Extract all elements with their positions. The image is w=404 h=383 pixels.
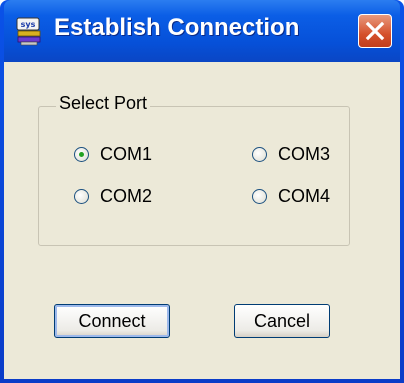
title-bar[interactable]: sys Establish Connection xyxy=(4,0,400,62)
dialog-window: sys Establish Connection Select Port COM… xyxy=(0,0,404,383)
radio-com1[interactable]: COM1 xyxy=(74,144,152,165)
radio-label: COM1 xyxy=(100,144,153,164)
window-title: Establish Connection xyxy=(54,14,300,41)
radio-circle-icon xyxy=(74,189,89,204)
radio-label: COM4 xyxy=(278,186,331,206)
serial-port-app-icon: sys xyxy=(16,17,41,46)
close-button[interactable] xyxy=(358,14,392,48)
radio-com3[interactable]: COM3 xyxy=(252,144,330,165)
select-port-label: Select Port xyxy=(56,93,151,114)
radio-circle-icon xyxy=(252,189,267,204)
connect-button[interactable]: Connect xyxy=(54,304,170,338)
radio-com2[interactable]: COM2 xyxy=(74,186,152,207)
svg-text:sys: sys xyxy=(21,20,36,29)
close-icon xyxy=(365,21,385,41)
dialog-client-area: Select Port COM1 COM2 COM3 COM4 Connect … xyxy=(4,62,400,379)
radio-label: COM2 xyxy=(100,186,153,206)
cancel-button[interactable]: Cancel xyxy=(234,304,330,338)
radio-com4[interactable]: COM4 xyxy=(252,186,330,207)
radio-circle-icon xyxy=(252,147,267,162)
radio-label: COM3 xyxy=(278,144,331,164)
select-port-group xyxy=(38,106,350,246)
radio-circle-icon xyxy=(74,147,89,162)
